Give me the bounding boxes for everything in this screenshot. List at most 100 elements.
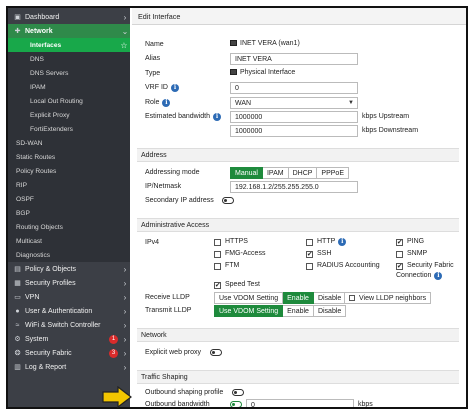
addressing-mode-label: Addressing mode: [145, 169, 200, 176]
sidebar-item-label: Explicit Proxy: [30, 111, 70, 119]
sidebar-item-routing-objects[interactable]: Routing Objects: [8, 220, 130, 234]
sidebar-item-static-routes[interactable]: Static Routes: [8, 150, 130, 164]
https-label: HTTPS: [225, 238, 248, 245]
page-title: Edit Interface: [132, 8, 466, 25]
vpn-icon: ▭: [14, 294, 21, 301]
arrow-icon: [102, 386, 132, 408]
speed-test-checkbox[interactable]: [214, 281, 221, 289]
sidebar-item-multicast[interactable]: Multicast: [8, 234, 130, 248]
ftm-label: FTM: [225, 262, 240, 269]
sidebar-item-bgp[interactable]: BGP: [8, 206, 130, 220]
outbound-bandwidth-label: Outbound bandwidth: [145, 401, 210, 408]
sidebar-item-sd-wan[interactable]: SD-WAN: [8, 136, 130, 150]
mode-pppoe-button[interactable]: PPPoE: [317, 167, 349, 179]
upstream-input[interactable]: 1000000: [230, 111, 358, 123]
fmg-access-label: FMG-Access: [225, 250, 266, 257]
star-icon[interactable]: ☆: [118, 41, 130, 50]
network-section-header: Network: [137, 328, 459, 342]
rx-lldp-enable-button[interactable]: Enable: [283, 292, 314, 304]
mode-ipam-button[interactable]: IPAM: [262, 167, 289, 179]
info-icon[interactable]: i: [170, 84, 179, 92]
sidebar-item-wifi-switch[interactable]: ≈ WiFi & Switch Controller ›: [8, 318, 130, 332]
outbound-shaping-profile-toggle[interactable]: [232, 389, 244, 396]
chevron-right-icon: ›: [123, 348, 127, 358]
sidebar-item-system[interactable]: ⚙ System 1 ›: [8, 332, 130, 346]
sidebar-item-label: Diagnostics: [16, 251, 51, 259]
info-icon[interactable]: i: [434, 272, 443, 280]
mode-manual-button[interactable]: Manual: [230, 167, 263, 179]
sidebar-item-label: RIP: [16, 181, 27, 189]
sidebar-item-ospf[interactable]: OSPF: [8, 192, 130, 206]
ip-netmask-input[interactable]: 192.168.1.2/255.255.255.0: [230, 181, 358, 193]
secondary-ip-label: Secondary IP address: [145, 197, 214, 204]
info-icon[interactable]: i: [212, 113, 221, 121]
sidebar-item-security-profiles[interactable]: ▦ Security Profiles ›: [8, 276, 130, 290]
snmp-checkbox[interactable]: [396, 251, 403, 258]
sidebar-item-network[interactable]: ✚ Network ⌄: [8, 24, 130, 38]
sidebar-item-label: Dashboard: [25, 13, 60, 21]
alias-input[interactable]: INET VERA: [230, 53, 358, 65]
port-icon: [230, 69, 237, 76]
sidebar-item-label: Interfaces: [30, 41, 62, 49]
ftm-checkbox[interactable]: [214, 263, 221, 270]
downstream-unit: kbps Downstream: [362, 127, 419, 134]
radius-accounting-checkbox[interactable]: [306, 263, 313, 270]
log-icon: ▥: [14, 364, 21, 371]
security-fabric-checkbox[interactable]: [396, 262, 403, 270]
sidebar-item-log-report[interactable]: ▥ Log & Report ›: [8, 360, 130, 374]
role-label: Role i: [145, 99, 171, 107]
sidebar-item-interfaces[interactable]: Interfaces ☆: [8, 38, 130, 52]
sidebar-item-explicit-proxy[interactable]: Explicit Proxy: [8, 108, 130, 122]
security-fabric-label: Security Fabric: [407, 262, 454, 269]
tx-lldp-disable-button[interactable]: Disable: [313, 305, 347, 317]
sidebar-item-policy-objects[interactable]: ▤ Policy & Objects ›: [8, 262, 130, 276]
sidebar-item-local-out-routing[interactable]: Local Out Routing: [8, 94, 130, 108]
mode-dhcp-button[interactable]: DHCP: [288, 167, 318, 179]
sidebar-item-label: FortiExtenders: [30, 125, 73, 133]
sidebar-item-label: Routing Objects: [16, 223, 63, 231]
tx-lldp-enable-button[interactable]: Enable: [283, 305, 314, 317]
rx-lldp-vdom-button[interactable]: Use VDOM Setting: [214, 292, 284, 304]
sidebar-item-fortiextenders[interactable]: FortiExtenders: [8, 122, 130, 136]
sidebar-item-dashboard[interactable]: ▣ Dashboard ›: [8, 10, 130, 24]
rx-lldp-disable-button[interactable]: Disable: [313, 292, 347, 304]
alias-label: Alias: [145, 55, 161, 62]
ip-netmask-label: IP/Netmask: [145, 183, 182, 190]
explicit-web-proxy-toggle[interactable]: [210, 349, 222, 356]
sidebar-item-rip[interactable]: RIP: [8, 178, 130, 192]
outbound-bandwidth-unit: kbps: [358, 401, 373, 408]
snmp-label: SNMP: [407, 250, 428, 257]
ping-checkbox[interactable]: [396, 238, 403, 246]
sidebar-item-label: OSPF: [16, 195, 34, 203]
http-checkbox[interactable]: [306, 239, 313, 246]
sidebar-item-dns-servers[interactable]: DNS Servers: [8, 66, 130, 80]
downstream-input[interactable]: 1000000: [230, 125, 358, 137]
sidebar-item-label: IPAM: [30, 83, 46, 91]
view-lldp-neighbors-button[interactable]: View LLDP neighbors: [344, 292, 432, 304]
sidebar: ▣ Dashboard › ✚ Network ⌄ Interfaces ☆ D…: [8, 8, 130, 407]
sidebar-item-user-authentication[interactable]: ● User & Authentication ›: [8, 304, 130, 318]
speed-test-label: Speed Test: [225, 281, 260, 288]
sidebar-item-policy-routes[interactable]: Policy Routes: [8, 164, 130, 178]
sidebar-item-label: Static Routes: [16, 153, 56, 161]
role-select[interactable]: WAN ▼: [230, 97, 358, 109]
ssh-label: SSH: [317, 250, 332, 257]
outbound-bandwidth-toggle[interactable]: [230, 401, 242, 407]
outbound-bandwidth-input[interactable]: 0: [246, 399, 354, 407]
tx-lldp-vdom-button[interactable]: Use VDOM Setting: [214, 305, 284, 317]
sidebar-item-dns[interactable]: DNS: [8, 52, 130, 66]
info-icon[interactable]: i: [338, 238, 347, 246]
https-checkbox[interactable]: [214, 239, 221, 246]
sidebar-item-label: Log & Report: [25, 363, 67, 371]
secondary-ip-toggle[interactable]: [222, 197, 234, 204]
sidebar-item-vpn[interactable]: ▭ VPN ›: [8, 290, 130, 304]
sidebar-item-diagnostics[interactable]: Diagnostics: [8, 248, 130, 262]
sidebar-item-ipam[interactable]: IPAM: [8, 80, 130, 94]
fmg-access-checkbox[interactable]: [214, 251, 221, 258]
ssh-checkbox[interactable]: [306, 250, 313, 258]
info-icon[interactable]: i: [162, 99, 171, 107]
policy-icon: ▤: [14, 266, 21, 273]
vrf-id-input[interactable]: 0: [230, 82, 358, 94]
sidebar-item-security-fabric[interactable]: ❂ Security Fabric 3 ›: [8, 346, 130, 360]
sidebar-item-label: DNS Servers: [30, 69, 69, 77]
